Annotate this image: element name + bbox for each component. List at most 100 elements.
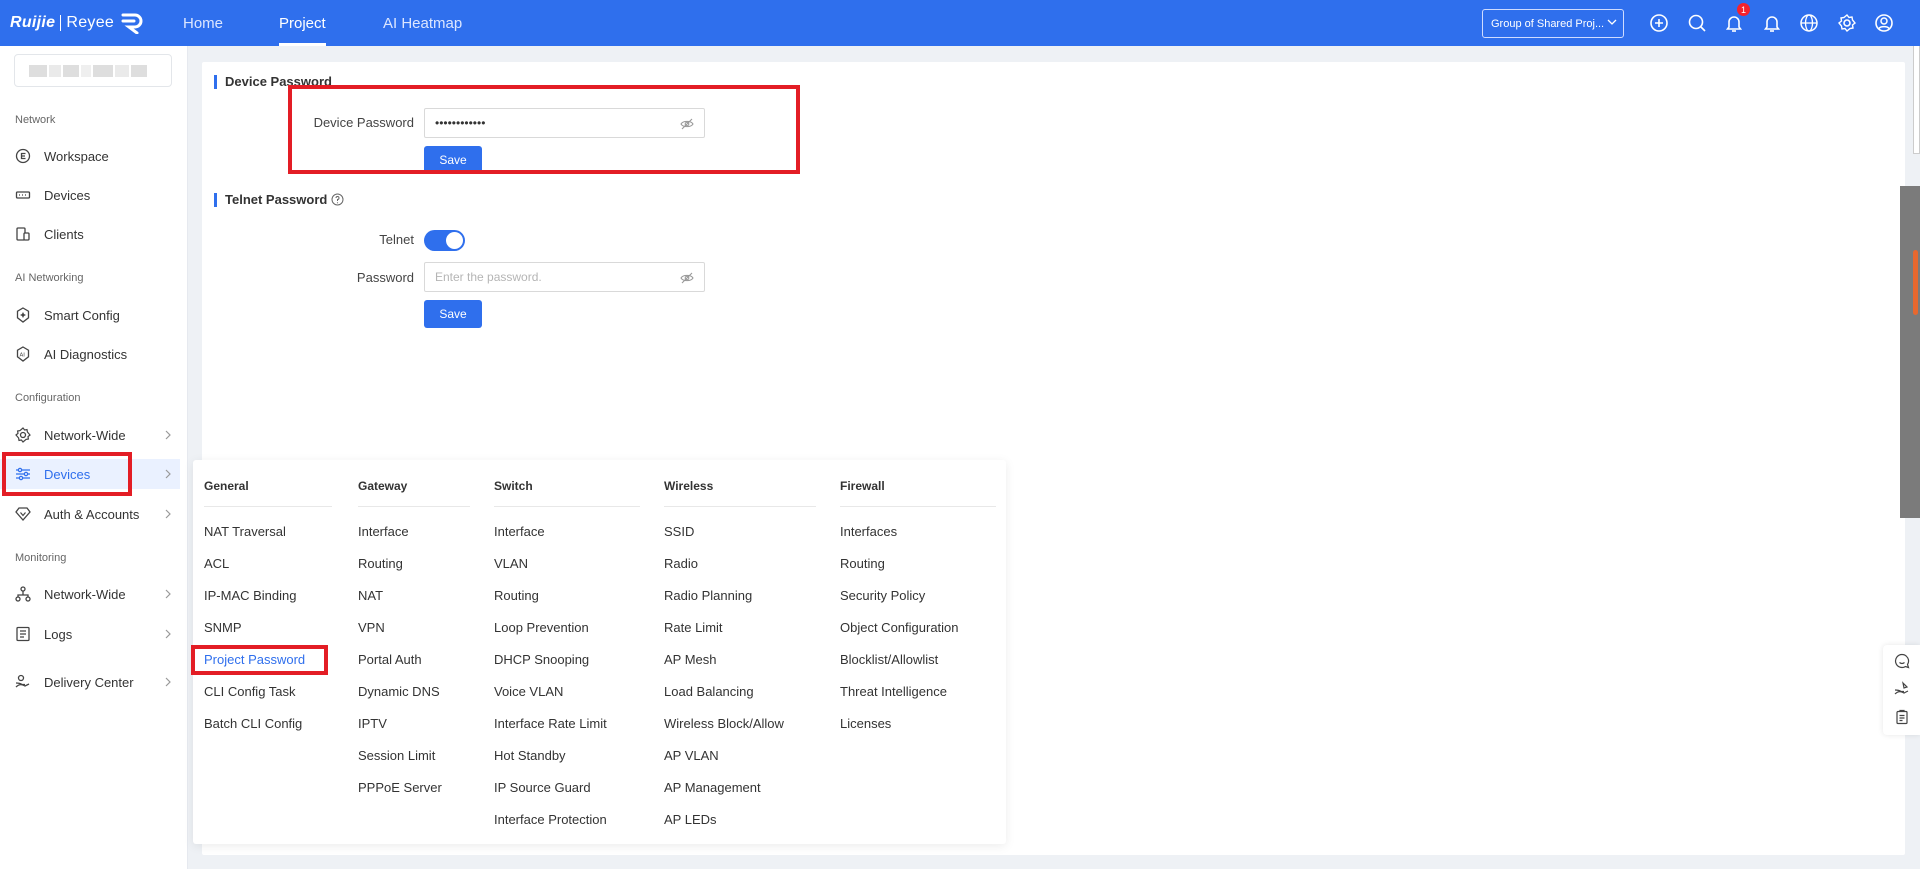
project-group-select[interactable]: Group of Shared Proj... (1482, 9, 1624, 38)
sidebar-item-workspace[interactable]: Workspace (0, 141, 180, 171)
menu-item-firewall-licenses[interactable]: Licenses (840, 716, 891, 731)
menu-item-gateway-nat[interactable]: NAT (358, 588, 383, 603)
toggle-knob (446, 232, 463, 249)
sidebar-item-label: Network-Wide (44, 427, 126, 443)
menu-item-batch-cli-config[interactable]: Batch CLI Config (204, 716, 302, 731)
search-icon[interactable] (1687, 13, 1707, 33)
sidebar-item-network-wide-config[interactable]: Network-Wide (0, 420, 180, 450)
menu-item-snmp[interactable]: SNMP (204, 620, 242, 635)
menu-item-switch-interface-rate-limit[interactable]: Interface Rate Limit (494, 716, 607, 731)
menu-item-nat-traversal[interactable]: NAT Traversal (204, 524, 286, 539)
menu-item-gateway-session-limit[interactable]: Session Limit (358, 748, 435, 763)
globe-icon[interactable] (1799, 13, 1819, 33)
menu-item-gateway-iptv[interactable]: IPTV (358, 716, 387, 731)
chat-support-icon[interactable] (1894, 653, 1910, 669)
sidebar-item-label: AI Diagnostics (44, 346, 128, 362)
clipboard-icon[interactable] (1894, 709, 1910, 725)
menu-item-firewall-object-configuration[interactable]: Object Configuration (840, 620, 959, 635)
menu-item-switch-voice-vlan[interactable]: Voice VLAN (494, 684, 563, 699)
sidebar-item-delivery-center[interactable]: Delivery Center (0, 667, 180, 697)
menu-item-switch-ip-source-guard[interactable]: IP Source Guard (494, 780, 591, 795)
scrollbar-thumb[interactable] (1913, 250, 1918, 315)
menu-item-gateway-interface[interactable]: Interface (358, 524, 409, 539)
menu-item-gateway-dynamic-dns[interactable]: Dynamic DNS (358, 684, 440, 699)
menu-item-switch-vlan[interactable]: VLAN (494, 556, 528, 571)
menu-item-firewall-routing[interactable]: Routing (840, 556, 885, 571)
project-group-value: Group of Shared Proj... (1491, 17, 1605, 30)
menu-item-wireless-load-balancing[interactable]: Load Balancing (664, 684, 754, 699)
feedback-hand-icon[interactable] (1894, 681, 1910, 697)
menu-item-wireless-ap-vlan[interactable]: AP VLAN (664, 748, 719, 763)
topology-icon (15, 586, 31, 602)
menu-item-ip-mac-binding[interactable]: IP-MAC Binding (204, 588, 296, 603)
eye-hidden-icon[interactable] (680, 271, 694, 285)
settings-gear-icon[interactable] (1837, 13, 1857, 33)
menu-item-firewall-interfaces[interactable]: Interfaces (840, 524, 897, 539)
highlight-device-password (288, 85, 800, 174)
sidebar-item-network-wide-monitor[interactable]: Network-Wide (0, 579, 180, 609)
menu-item-wireless-ap-management[interactable]: AP Management (664, 780, 761, 795)
menu-item-switch-loop-prevention[interactable]: Loop Prevention (494, 620, 589, 635)
telnet-toggle[interactable] (424, 230, 465, 251)
menu-item-wireless-ap-mesh[interactable]: AP Mesh (664, 652, 717, 667)
user-account-icon[interactable] (1874, 13, 1894, 33)
menu-item-switch-routing[interactable]: Routing (494, 588, 539, 603)
menu-item-switch-interface[interactable]: Interface (494, 524, 545, 539)
menu-item-firewall-blocklist-allowlist[interactable]: Blocklist/Allowlist (840, 652, 938, 667)
menu-item-switch-hot-standby[interactable]: Hot Standby (494, 748, 566, 763)
menu-divider (204, 506, 332, 507)
workspace-icon (15, 148, 31, 164)
menu-item-firewall-security-policy[interactable]: Security Policy (840, 588, 925, 603)
brand-logo[interactable]: Ruijie Reyee (10, 12, 146, 34)
sidebar-item-label: Logs (44, 626, 73, 642)
chevron-right-icon (165, 589, 171, 599)
sidebar-item-devices[interactable]: Devices (0, 180, 180, 210)
menu-item-wireless-radio[interactable]: Radio (664, 556, 698, 571)
menu-column-switch-title: Switch (494, 479, 533, 493)
menu-item-wireless-radio-planning[interactable]: Radio Planning (664, 588, 752, 603)
clients-icon (16, 227, 30, 241)
telnet-password-input[interactable]: Enter the password. (424, 262, 705, 292)
menu-item-gateway-routing[interactable]: Routing (358, 556, 403, 571)
menu-item-gateway-vpn[interactable]: VPN (358, 620, 385, 635)
help-question-icon[interactable] (331, 193, 344, 206)
menu-item-switch-interface-protection[interactable]: Interface Protection (494, 812, 607, 827)
telnet-password-title-text: Telnet Password (225, 192, 328, 207)
menu-column-gateway-title: Gateway (358, 479, 408, 493)
nav-project[interactable]: Project (279, 0, 326, 46)
project-name-selector[interactable] (14, 54, 172, 87)
diamond-icon (15, 507, 31, 521)
telnet-password-save-button[interactable]: Save (424, 300, 482, 328)
menu-item-wireless-rate-limit[interactable]: Rate Limit (664, 620, 723, 635)
chevron-down-icon (1607, 19, 1617, 25)
menu-item-switch-dhcp-snooping[interactable]: DHCP Snooping (494, 652, 589, 667)
menu-item-firewall-threat-intelligence[interactable]: Threat Intelligence (840, 684, 947, 699)
brand-separator (60, 15, 62, 31)
menu-item-cli-config-task[interactable]: CLI Config Task (204, 684, 296, 699)
sidebar-item-ai-diagnostics[interactable]: AI AI Diagnostics (0, 339, 180, 369)
page-scrollbar[interactable] (1900, 186, 1920, 518)
sidebar-item-auth-accounts[interactable]: Auth & Accounts (0, 499, 180, 529)
right-panel-edge (1913, 46, 1920, 154)
menu-item-wireless-ap-leds[interactable]: AP LEDs (664, 812, 717, 827)
svg-text:AI: AI (20, 353, 26, 359)
sidebar-item-label: Network-Wide (44, 586, 126, 602)
nav-home[interactable]: Home (183, 0, 223, 46)
menu-item-acl[interactable]: ACL (204, 556, 229, 571)
telnet-password-label: Password (356, 270, 414, 285)
menu-item-wireless-ssid[interactable]: SSID (664, 524, 694, 539)
sidebar-item-clients[interactable]: Clients (0, 219, 180, 249)
nav-ai-heatmap[interactable]: AI Heatmap (383, 0, 462, 46)
sidebar-item-logs[interactable]: Logs (0, 619, 180, 649)
blurred-project-name (81, 64, 91, 77)
menu-item-gateway-portal-auth[interactable]: Portal Auth (358, 652, 422, 667)
add-circle-icon[interactable] (1649, 13, 1669, 33)
menu-item-gateway-pppoe-server[interactable]: PPPoE Server (358, 780, 442, 795)
sidebar-item-smart-config[interactable]: Smart Config (0, 300, 180, 330)
bell-icon[interactable] (1762, 13, 1782, 33)
alarm-bell-icon[interactable] (1724, 13, 1744, 33)
top-navigation-bar: Ruijie Reyee Home Project AI Heatmap Gro… (0, 0, 1920, 46)
menu-item-wireless-block-allow[interactable]: Wireless Block/Allow (664, 716, 784, 731)
notification-badge: 1 (1737, 3, 1750, 16)
blurred-project-name (49, 64, 61, 77)
